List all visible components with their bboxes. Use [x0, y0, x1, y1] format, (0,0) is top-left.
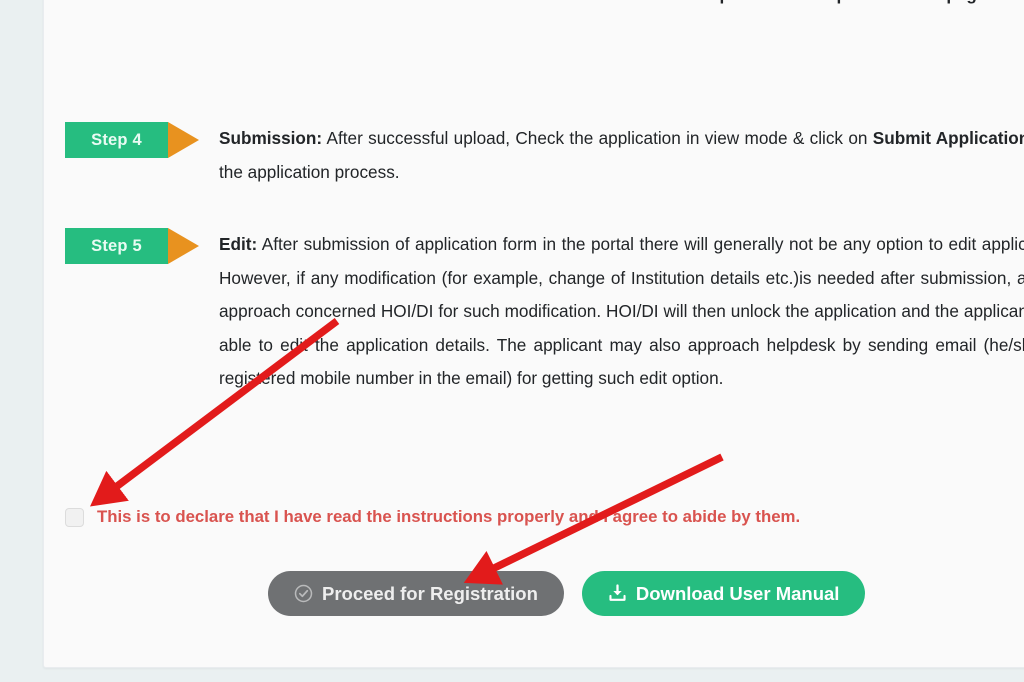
income-certificate-format-note: Format for Income Certificate is availab…: [219, 0, 1024, 12]
proceed-for-registration-button[interactable]: Proceed for Registration: [268, 571, 564, 616]
step-5-badge-box: Step 5: [65, 228, 168, 264]
step-5-title: Edit:: [219, 234, 258, 254]
step-4-text: Submission: After successful upload, Che…: [219, 122, 1024, 189]
action-button-row: Proceed for Registration Download User M…: [268, 571, 866, 616]
step-4-badge: Step 4: [65, 122, 199, 158]
step-5-badge: Step 5: [65, 228, 199, 264]
proceed-button-label: Proceed for Registration: [322, 582, 538, 604]
declaration-row: This is to declare that I have read the …: [65, 508, 800, 527]
step-4-title: Submission:: [219, 128, 323, 148]
step-4-body-before: After successful upload, Check the appli…: [322, 128, 873, 148]
instructions-card: iii. Admission receipt for the promotion…: [43, 0, 1024, 668]
step-5-body: After submission of application form in …: [219, 234, 1024, 388]
step-5-badge-arrow-icon: [168, 228, 199, 264]
step-5-badge-label: Step 5: [91, 236, 142, 255]
declaration-label: This is to declare that I have read the …: [97, 507, 801, 527]
download-user-manual-button[interactable]: Download User Manual: [581, 571, 866, 616]
download-icon: [608, 584, 627, 603]
step-4-bold-mid: Submit Application: [872, 128, 1024, 148]
step-4-badge-label: Step 4: [91, 130, 142, 149]
step-4-badge-arrow-icon: [168, 122, 199, 158]
declaration-checkbox[interactable]: [65, 508, 84, 527]
step-5-text: Edit: After submission of application fo…: [219, 228, 1024, 396]
step-4-badge-box: Step 4: [65, 122, 168, 158]
check-circle-icon: [294, 584, 313, 603]
manual-button-label: Download User Manual: [635, 582, 840, 604]
